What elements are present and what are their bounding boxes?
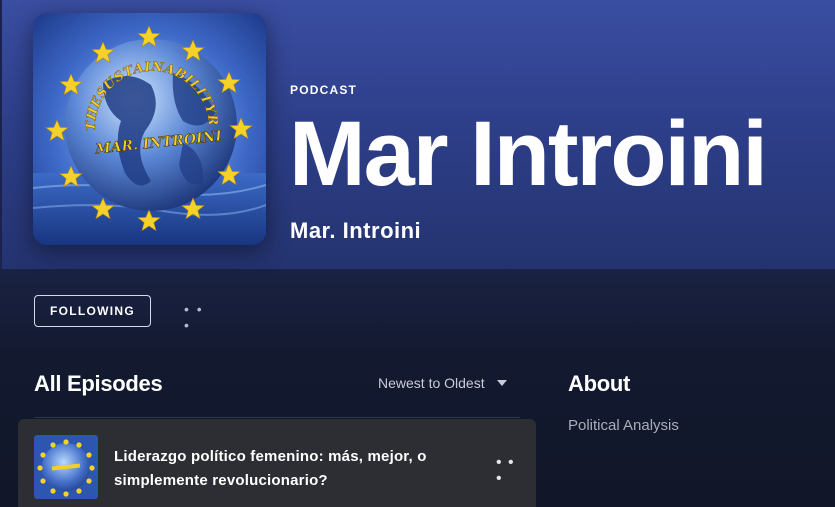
about-heading: About bbox=[568, 371, 631, 396]
all-episodes-heading: All Episodes bbox=[34, 371, 163, 396]
globe-stars-artwork: THESUSTAINABILITYREADER.COM MAR. INTROIN… bbox=[33, 13, 266, 245]
podcast-cover-art: THESUSTAINABILITYREADER.COM MAR. INTROIN… bbox=[33, 13, 266, 245]
podcast-author-link[interactable]: Mar. Introini bbox=[290, 218, 421, 244]
episode-title[interactable]: Liderazgo político femenino: más, mejor,… bbox=[114, 445, 454, 493]
episode-more-options-icon[interactable]: • • • bbox=[496, 455, 520, 487]
following-button[interactable]: FOLLOWING bbox=[34, 295, 151, 327]
content-type-label: PODCAST bbox=[290, 83, 358, 97]
sort-label: Newest to Oldest bbox=[378, 375, 485, 391]
sort-dropdown[interactable]: Newest to Oldest bbox=[378, 375, 507, 391]
page-title: Mar Introini bbox=[289, 103, 768, 205]
about-description: Political Analysis bbox=[568, 417, 679, 434]
episode-list-item[interactable]: Liderazgo político femenino: más, mejor,… bbox=[18, 419, 536, 507]
episodes-divider bbox=[34, 417, 520, 418]
episode-thumbnail bbox=[34, 435, 98, 499]
more-options-icon[interactable]: • • • bbox=[184, 301, 214, 333]
caret-down-icon bbox=[496, 380, 507, 386]
